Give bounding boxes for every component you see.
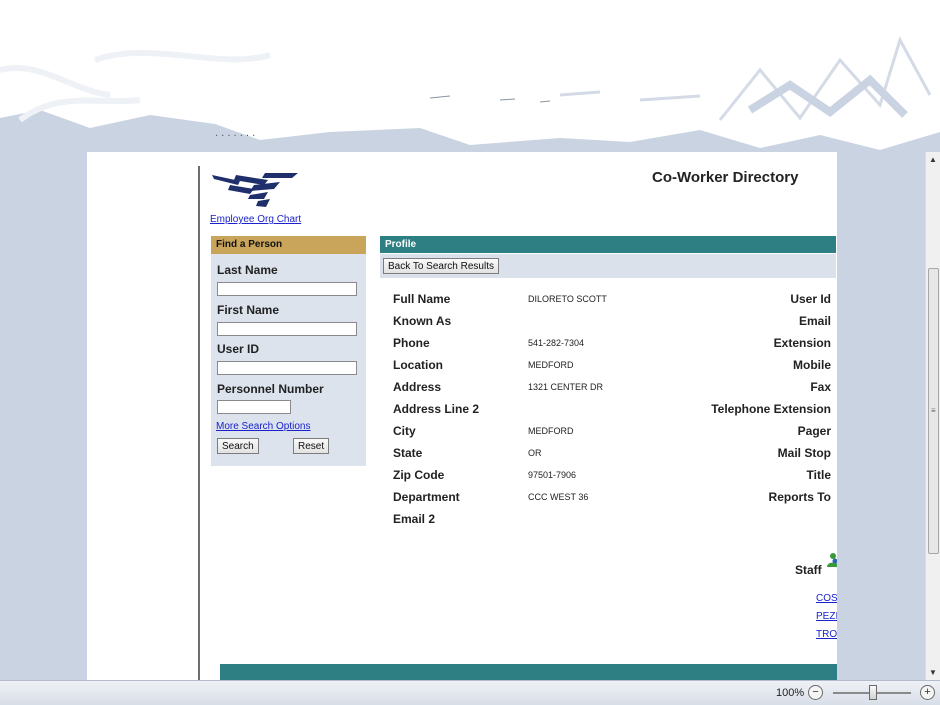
zip-code-label: Zip Code <box>393 468 445 482</box>
title-label: Title <box>806 468 831 482</box>
phone-label: Phone <box>393 336 430 350</box>
phone-value: 541-282-7304 <box>528 338 585 348</box>
zoom-in-button[interactable]: + <box>920 685 935 700</box>
known-as-label: Known As <box>393 314 452 328</box>
zip-code-value: 97501-7906 <box>528 470 577 480</box>
zoom-out-button[interactable]: − <box>808 685 823 700</box>
full-name-value: DILORETO SCOTT <box>528 294 607 304</box>
email-2-label: Email 2 <box>393 512 436 526</box>
address-label: Address <box>393 380 442 394</box>
state-value: OR <box>528 448 542 458</box>
last-name-label: Last Name <box>217 263 278 277</box>
user-id-label: User ID <box>217 342 260 356</box>
department-value: CCC WEST 36 <box>528 492 589 502</box>
location-label: Location <box>393 358 443 372</box>
reports-to-label: Reports To <box>768 490 831 504</box>
footer-bar <box>220 664 837 680</box>
staff-link-2[interactable]: PEZI <box>816 611 837 622</box>
personnel-number-label: Personnel Number <box>217 382 324 396</box>
scroll-up-arrow-icon[interactable]: ▲ <box>929 155 937 164</box>
vertical-scrollbar[interactable]: ▲ ≡ ▼ <box>925 152 940 680</box>
more-search-options-link[interactable]: More Search Options <box>216 421 311 432</box>
profile-title: Profile <box>380 236 836 253</box>
first-name-input[interactable] <box>217 322 357 336</box>
address-value: 1321 CENTER DR <box>528 382 604 392</box>
page-divider <box>198 166 200 680</box>
torn-header-area <box>0 0 940 160</box>
zoom-slider-thumb[interactable] <box>869 685 877 700</box>
search-button[interactable]: Search <box>217 438 259 454</box>
city-label: City <box>393 424 416 438</box>
address-line-2-label: Address Line 2 <box>393 402 480 416</box>
first-name-label: First Name <box>217 303 280 317</box>
state-label: State <box>393 446 423 460</box>
people-icon <box>827 553 837 567</box>
telephone-extension-label: Telephone Extension <box>711 402 831 416</box>
page-title: Co-Worker Directory <box>652 169 799 186</box>
user-id-input[interactable] <box>217 361 357 375</box>
profile-toolbar: Back To Search Results <box>380 254 836 278</box>
department-label: Department <box>393 490 460 504</box>
find-person-panel: Find a Person Last Name First Name User … <box>211 236 366 466</box>
employee-org-chart-link[interactable]: Employee Org Chart <box>210 214 301 225</box>
full-name-label: Full Name <box>393 292 451 306</box>
back-to-search-results-button[interactable]: Back To Search Results <box>383 258 499 274</box>
fax-label: Fax <box>810 380 831 394</box>
email-label: Email <box>798 314 831 328</box>
staff-link-1[interactable]: COS <box>816 593 837 604</box>
city-value: MEDFORD <box>528 426 574 436</box>
scroll-down-arrow-icon[interactable]: ▼ <box>929 668 937 677</box>
dotted-marks: ······· <box>215 131 259 142</box>
location-value: MEDFORD <box>528 360 574 370</box>
find-person-title: Find a Person <box>211 236 366 254</box>
last-name-input[interactable] <box>217 282 357 296</box>
reset-button[interactable]: Reset <box>293 438 330 454</box>
grip-icon: ≡ <box>931 406 936 415</box>
user-id-field-label: User Id <box>790 292 831 306</box>
extension-label: Extension <box>773 336 831 350</box>
status-bar: 100% − + <box>0 680 940 705</box>
company-logo-icon <box>212 173 298 207</box>
personnel-number-input[interactable] <box>217 400 291 414</box>
zoom-level: 100% <box>776 687 805 699</box>
mobile-label: Mobile <box>793 358 831 372</box>
staff-link-3[interactable]: TROI <box>816 629 837 640</box>
scroll-thumb[interactable]: ≡ <box>928 268 939 554</box>
staff-label: Staff <box>795 563 822 577</box>
mail-stop-label: Mail Stop <box>777 446 831 460</box>
pager-label: Pager <box>797 424 831 438</box>
